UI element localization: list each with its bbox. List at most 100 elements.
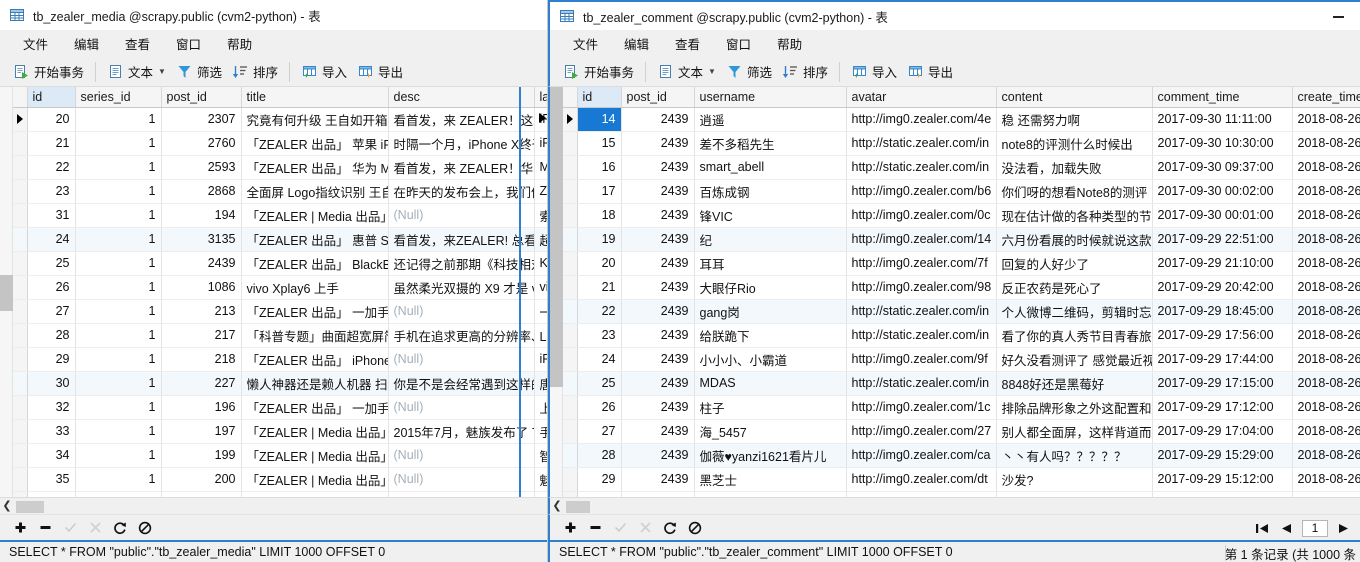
cell-avatar[interactable]: http://img0.zealer.com/dt <box>846 467 997 492</box>
row-marker-current[interactable] <box>563 107 578 132</box>
filter-button[interactable]: 筛选 <box>171 60 227 84</box>
cell-id[interactable]: 29 <box>27 347 76 372</box>
cell-post-id[interactable]: 2439 <box>621 395 695 420</box>
cell-username[interactable]: 百炼成钢 <box>694 179 847 204</box>
cell-username[interactable]: 给朕跪下 <box>694 323 847 348</box>
table-row[interactable]: 24 1 3135 「ZEALER 出品」 惠普 Spe 看首发，来ZEALER… <box>13 227 547 252</box>
cell-post-id[interactable]: 2439 <box>621 203 695 228</box>
column-header-content[interactable]: content <box>996 87 1153 108</box>
cell-series-id[interactable]: 1 <box>75 275 162 300</box>
table-row[interactable]: 26 2439 柱子 http://img0.zealer.com/1c 排除品… <box>563 395 1360 420</box>
cell-id[interactable]: 26 <box>577 395 622 420</box>
cell-comment-time[interactable]: 2017-09-29 15:12:00 <box>1152 467 1293 492</box>
table-row[interactable]: 20 1 2307 究竟有何升级 王自如开箱上 看首发，来 ZEALER！这次 … <box>13 107 547 132</box>
cell-id[interactable]: 19 <box>577 227 622 252</box>
cell-username[interactable]: 伽薇♥yanzi1621看片儿 <box>694 443 847 468</box>
cell-id[interactable]: 34 <box>27 443 76 468</box>
menu-edit[interactable]: 编辑 <box>611 31 662 56</box>
row-marker[interactable] <box>563 395 578 420</box>
menu-help[interactable]: 帮助 <box>764 31 815 56</box>
cell-title[interactable]: 「ZEALER | Media 出品」魅 <box>241 419 389 444</box>
row-marker[interactable] <box>563 275 578 300</box>
table-row[interactable]: 20 2439 耳耳 http://img0.zealer.com/7f 回复的… <box>563 251 1360 276</box>
cell-desc[interactable]: 你是不是会经常遇到这样的 <box>388 371 535 396</box>
cell-label[interactable]: ZEAL <box>534 179 547 204</box>
cell-avatar[interactable]: http://static.zealer.com/in <box>846 155 997 180</box>
row-marker[interactable] <box>13 347 28 372</box>
cell-create-time[interactable]: 2018-08-26 1 <box>1292 443 1360 468</box>
cell-create-time[interactable]: 2018-08-26 1 <box>1292 371 1360 396</box>
cell-label[interactable]: 索尼 <box>534 203 547 228</box>
cell-create-time[interactable]: 2018-08-26 1 <box>1292 251 1360 276</box>
left-vertical-scrollbar[interactable] <box>0 87 13 497</box>
cell-id[interactable]: 26 <box>27 275 76 300</box>
cell-post-id[interactable]: 2439 <box>621 179 695 204</box>
cell-label[interactable]: Mate <box>534 155 547 180</box>
cell-post-id[interactable]: 3135 <box>161 227 242 252</box>
cell-post-id[interactable]: 200 <box>161 467 242 492</box>
cell-desc[interactable]: 在昨天的发布会上，我们依 <box>388 179 535 204</box>
cell-id[interactable]: 28 <box>27 323 76 348</box>
cell-series-id[interactable]: 1 <box>75 347 162 372</box>
row-marker[interactable] <box>13 275 28 300</box>
cell-content[interactable]: 你们呀的想看Note8的测评 <box>996 179 1153 204</box>
column-header-title[interactable]: title <box>241 87 389 108</box>
cell-post-id[interactable]: 2439 <box>621 371 695 396</box>
cell-label[interactable]: 魅族 <box>534 467 547 492</box>
cell-series-id[interactable]: 1 <box>75 131 162 156</box>
column-header-desc[interactable]: desc <box>388 87 535 108</box>
cell-series-id[interactable]: 1 <box>75 155 162 180</box>
cell-post-id[interactable]: 2439 <box>621 251 695 276</box>
cell-create-time[interactable]: 2018-08-26 1 <box>1292 323 1360 348</box>
hscroll-thumb[interactable] <box>566 500 590 513</box>
menu-window[interactable]: 窗口 <box>713 31 764 56</box>
text-button[interactable]: 文本 ▼ <box>102 60 171 84</box>
text-button[interactable]: 文本 ▼ <box>652 60 721 84</box>
row-marker[interactable] <box>563 467 578 492</box>
cell-id[interactable]: 21 <box>27 131 76 156</box>
cell-content[interactable]: 现在估计做的各种类型的节 <box>996 203 1153 228</box>
cell-content[interactable]: 别人都全面屏，这样背道而 <box>996 419 1153 444</box>
cell-id[interactable]: 17 <box>577 179 622 204</box>
right-data-grid[interactable]: id post_id username avatar content comme… <box>563 87 1360 497</box>
row-marker[interactable] <box>13 251 28 276</box>
cell-username[interactable]: gang岗 <box>694 299 847 324</box>
column-header-post-id[interactable]: post_id <box>621 87 695 108</box>
cell-content[interactable]: 8848好还是黑莓好 <box>996 371 1153 396</box>
cell-username[interactable]: 耳耳 <box>694 251 847 276</box>
add-record-button[interactable] <box>9 518 31 538</box>
cell-desc[interactable]: (Null) <box>388 443 535 468</box>
cell-id[interactable]: 32 <box>27 395 76 420</box>
cell-title[interactable]: 「ZEALER | Media 出品」 5 <box>241 467 389 492</box>
cell-id[interactable]: 35 <box>27 467 76 492</box>
cell-id[interactable]: 22 <box>577 299 622 324</box>
cell-label[interactable]: 唐路( <box>534 371 547 396</box>
row-marker[interactable] <box>13 395 28 420</box>
cell-content[interactable]: 没法看，加载失败 <box>996 155 1153 180</box>
cell-create-time[interactable]: 2018-08-26 1 <box>1292 179 1360 204</box>
cell-id[interactable]: 29 <box>577 467 622 492</box>
delete-record-button[interactable] <box>34 518 56 538</box>
cell-username[interactable]: 黑芝士 <box>694 467 847 492</box>
menu-file[interactable]: 文件 <box>560 31 611 56</box>
row-marker[interactable] <box>563 179 578 204</box>
cell-avatar[interactable]: http://static.zealer.com/in <box>846 131 997 156</box>
cell-comment-time[interactable]: 2017-09-30 10:30:00 <box>1152 131 1293 156</box>
cell-username[interactable]: 柱子 <box>694 395 847 420</box>
cell-comment-time[interactable]: 2017-09-29 17:56:00 <box>1152 323 1293 348</box>
menu-view[interactable]: 查看 <box>112 31 163 56</box>
row-marker[interactable] <box>13 155 28 180</box>
cell-id[interactable]: 24 <box>27 227 76 252</box>
cell-create-time[interactable]: 2018-08-26 1 <box>1292 419 1360 444</box>
left-horizontal-scrollbar[interactable]: ❮ <box>0 497 547 514</box>
cell-avatar[interactable]: http://img0.zealer.com/98 <box>846 275 997 300</box>
table-row[interactable]: 26 1 1086 vivo Xplay6 上手 虽然柔光双摄的 X9 才是 v… <box>13 275 547 300</box>
table-row[interactable]: 15 2439 差不多稻先生 http://static.zealer.com/… <box>563 131 1360 156</box>
table-row[interactable]: 30 1 227 懒人神器还是赖人机器 扫地 你是不是会经常遇到这样的 唐路( <box>13 371 547 396</box>
hscroll-left-arrow-icon[interactable]: ❮ <box>0 500 14 512</box>
row-marker[interactable] <box>563 371 578 396</box>
cell-desc[interactable]: 时隔一个月，iPhone X终于 <box>388 131 535 156</box>
cell-content[interactable]: 稳 还需努力啊 <box>996 107 1153 132</box>
cell-title[interactable]: 「ZEALER 出品」 BlackBer <box>241 251 389 276</box>
cell-post-id[interactable]: 227 <box>161 371 242 396</box>
